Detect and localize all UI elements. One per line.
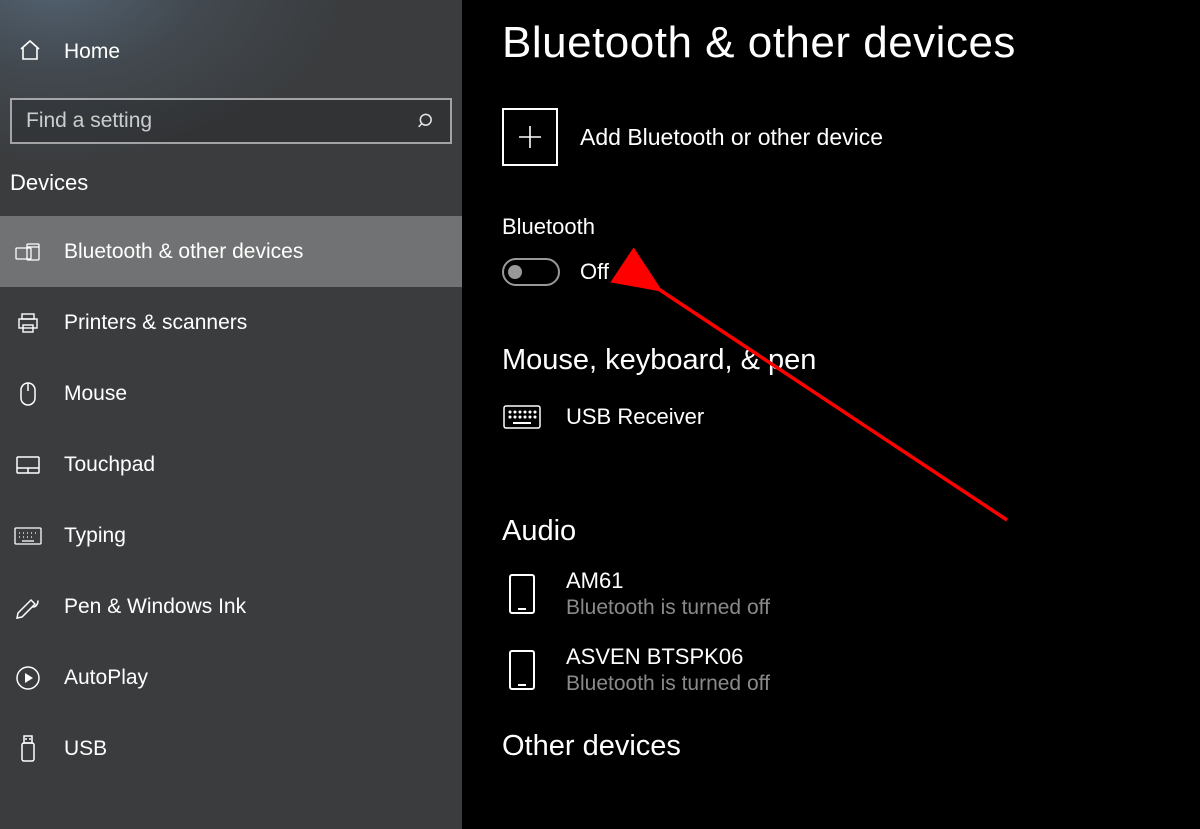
sidebar-item-label: Typing bbox=[64, 524, 126, 548]
sidebar-nav-list: Bluetooth & other devices Printers & sca… bbox=[0, 216, 462, 784]
devices-icon bbox=[14, 242, 42, 262]
device-name: ASVEN BTSPK06 bbox=[566, 644, 770, 670]
search-box[interactable] bbox=[10, 98, 452, 144]
sidebar-item-touchpad[interactable]: Touchpad bbox=[0, 429, 462, 500]
content-pane: Bluetooth & other devices Add Bluetooth … bbox=[462, 0, 1200, 829]
add-device-label: Add Bluetooth or other device bbox=[580, 124, 883, 151]
sidebar-section-title: Devices bbox=[0, 144, 462, 216]
usb-icon bbox=[14, 735, 42, 763]
device-status: Bluetooth is turned off bbox=[566, 596, 770, 620]
sidebar-item-label: USB bbox=[64, 737, 107, 761]
sidebar-item-printers[interactable]: Printers & scanners bbox=[0, 287, 462, 358]
sidebar-item-label: Pen & Windows Ink bbox=[64, 595, 246, 619]
device-row[interactable]: AM61 Bluetooth is turned off bbox=[502, 568, 1200, 620]
sidebar-item-label: Touchpad bbox=[64, 453, 155, 477]
phone-device-icon bbox=[502, 574, 542, 614]
nav-home-label: Home bbox=[64, 40, 120, 64]
bluetooth-toggle[interactable] bbox=[502, 258, 560, 286]
nav-home[interactable]: Home bbox=[0, 18, 462, 86]
keyboard-icon bbox=[14, 527, 42, 545]
sidebar-item-mouse[interactable]: Mouse bbox=[0, 358, 462, 429]
section-heading-other: Other devices bbox=[502, 730, 1200, 763]
mouse-icon bbox=[14, 381, 42, 407]
printer-icon bbox=[14, 311, 42, 335]
sidebar-item-label: Printers & scanners bbox=[64, 311, 247, 335]
autoplay-icon bbox=[14, 665, 42, 691]
device-name: AM61 bbox=[566, 568, 770, 594]
sidebar-item-label: AutoPlay bbox=[64, 666, 148, 690]
sidebar-item-usb[interactable]: USB bbox=[0, 713, 462, 784]
search-input[interactable] bbox=[12, 109, 404, 133]
section-heading-mouse: Mouse, keyboard, & pen bbox=[502, 344, 1200, 377]
device-status: Bluetooth is turned off bbox=[566, 672, 770, 696]
page-title: Bluetooth & other devices bbox=[502, 18, 1200, 68]
section-heading-audio: Audio bbox=[502, 515, 1200, 548]
sidebar-item-bluetooth[interactable]: Bluetooth & other devices bbox=[0, 216, 462, 287]
touchpad-icon bbox=[14, 455, 42, 475]
search-icon bbox=[404, 111, 450, 131]
sidebar: Home Devices bbox=[0, 0, 462, 829]
bluetooth-label: Bluetooth bbox=[502, 214, 1200, 240]
bluetooth-toggle-state: Off bbox=[580, 259, 609, 285]
add-device-button[interactable]: Add Bluetooth or other device bbox=[502, 108, 1200, 166]
plus-icon bbox=[502, 108, 558, 166]
home-icon bbox=[18, 38, 42, 67]
keyboard-device-icon bbox=[502, 397, 542, 437]
device-row[interactable]: USB Receiver bbox=[502, 397, 1200, 437]
sidebar-item-label: Bluetooth & other devices bbox=[64, 240, 303, 264]
sidebar-item-autoplay[interactable]: AutoPlay bbox=[0, 642, 462, 713]
device-row[interactable]: ASVEN BTSPK06 Bluetooth is turned off bbox=[502, 644, 1200, 696]
pen-icon bbox=[14, 595, 42, 619]
sidebar-item-pen[interactable]: Pen & Windows Ink bbox=[0, 571, 462, 642]
sidebar-item-typing[interactable]: Typing bbox=[0, 500, 462, 571]
toggle-knob bbox=[508, 265, 522, 279]
device-name: USB Receiver bbox=[566, 404, 704, 430]
sidebar-item-label: Mouse bbox=[64, 382, 127, 406]
phone-device-icon bbox=[502, 650, 542, 690]
